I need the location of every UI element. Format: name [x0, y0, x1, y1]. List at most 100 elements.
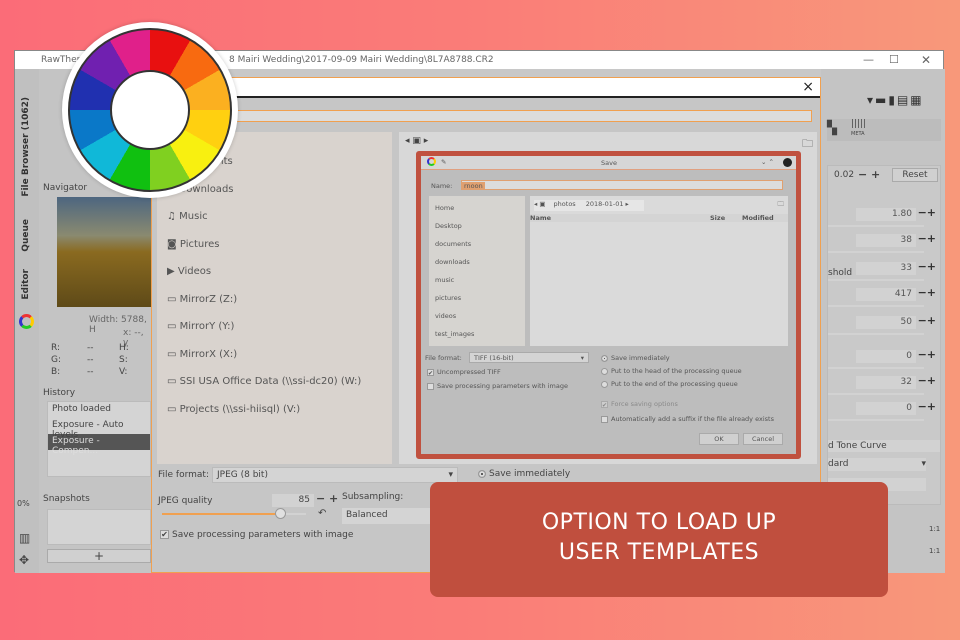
save-place-item[interactable]: Home	[435, 204, 454, 212]
suffix-checkbox[interactable]: Automatically add a suffix if the file a…	[601, 415, 774, 423]
col-name[interactable]: Name	[530, 214, 551, 222]
path-bar[interactable]: ◂ ▣ photos 2018-01-01 ▸	[534, 200, 644, 211]
meta-label: META	[851, 131, 865, 137]
jpeg-quality-stepper[interactable]: − +	[316, 492, 338, 505]
save-params-checkbox[interactable]: ✔ Save processing parameters with image	[160, 530, 353, 540]
save-close-button[interactable]	[783, 158, 792, 167]
move-icon[interactable]: ✥	[19, 553, 29, 567]
tab-editor[interactable]: Editor	[21, 269, 31, 300]
place-item[interactable]: ▭ MirrorY (Y:)	[167, 321, 234, 332]
save-place-item[interactable]: pictures	[435, 294, 461, 302]
tab-queue[interactable]: Queue	[21, 219, 31, 252]
value-slider[interactable]	[828, 393, 924, 395]
value-slider[interactable]	[828, 419, 924, 421]
value-stepper[interactable]: −+	[918, 348, 936, 361]
tone-curve-label[interactable]: d Tone Curve	[828, 440, 940, 452]
add-snapshot-button[interactable]: +	[47, 549, 151, 563]
save-params-checkbox-2[interactable]: Save processing parameters with image	[427, 382, 568, 390]
option-queue-end[interactable]: Put to the end of the processing queue	[601, 378, 742, 391]
force-saving-checkbox[interactable]: ✔ Force saving options	[601, 400, 678, 409]
save-format-select[interactable]: TIFF (16-bit) ▾	[469, 352, 589, 363]
ok-button[interactable]: OK	[699, 433, 739, 445]
history-item[interactable]: Photo loaded	[48, 402, 150, 418]
save-place-item[interactable]: documents	[435, 240, 471, 248]
ratio-2[interactable]: 1:1	[929, 547, 940, 555]
col-size[interactable]: Size	[710, 214, 725, 222]
save-place-item[interactable]: Desktop	[435, 222, 462, 230]
new-folder-icon[interactable]: 🗀	[802, 135, 813, 154]
value-slider[interactable]	[828, 333, 924, 335]
slider-value[interactable]: 417	[856, 288, 916, 301]
value-slider[interactable]	[828, 251, 924, 253]
export-close-button[interactable]: ×	[802, 79, 814, 95]
close-button[interactable]: ✕	[921, 51, 931, 69]
save-place-item[interactable]: music	[435, 276, 454, 284]
minmax-buttons[interactable]: ⌄ ⌃	[761, 158, 774, 166]
name-field[interactable]: rnoon	[461, 180, 783, 190]
curve-mode-select[interactable]: dard ▾	[828, 458, 926, 471]
navigator-preview[interactable]	[57, 197, 157, 307]
path-date[interactable]: 2018-01-01	[586, 200, 624, 208]
option-save-immediately[interactable]: Save immediately	[601, 352, 742, 365]
value-stepper[interactable]: −+	[918, 232, 936, 245]
r-label: R:	[51, 343, 61, 353]
histogram-toggle-icon[interactable]: ▥	[19, 531, 30, 545]
save-place-item[interactable]: test_images	[435, 330, 474, 338]
history-item[interactable]: Exposure - Auto levels	[48, 418, 150, 440]
value-stepper[interactable]: −+	[918, 206, 936, 219]
save-place-item[interactable]: videos	[435, 312, 456, 320]
reset-button[interactable]: Reset	[892, 168, 938, 182]
value-stepper[interactable]: −+	[918, 400, 936, 413]
place-item[interactable]: ♫ Music	[167, 211, 208, 222]
uncompressed-checkbox[interactable]: ✔ Uncompressed TIFF	[427, 368, 501, 377]
tab-file-browser[interactable]: File Browser (1062)	[21, 97, 31, 197]
slider-value[interactable]: 38	[856, 234, 916, 247]
slider-value[interactable]: 32	[856, 376, 916, 389]
ratio-1[interactable]: 1:1	[929, 525, 940, 533]
place-item[interactable]: ▭ SSI USA Office Data (\\ssi-dc20) (W:)	[167, 376, 361, 387]
place-item[interactable]: ▶ Videos	[167, 266, 211, 277]
place-item[interactable]: ◙ Pictures	[167, 239, 220, 250]
top-value[interactable]: 0.02	[834, 170, 854, 180]
slider-value[interactable]: 50	[856, 316, 916, 329]
slider-value[interactable]: 0	[856, 350, 916, 363]
value-stepper[interactable]: −+	[918, 374, 936, 387]
slider-value[interactable]: 1.80	[856, 208, 916, 221]
slider-value[interactable]: 0	[856, 402, 916, 415]
subsampling-select[interactable]: Balanced	[342, 508, 442, 524]
reset-quality-icon[interactable]: ↶	[318, 508, 326, 519]
value-slider[interactable]	[828, 367, 924, 369]
minimize-button[interactable]: —	[863, 51, 874, 69]
value-stepper[interactable]: −+	[918, 260, 936, 273]
place-item[interactable]: ▭ MirrorX (X:)	[167, 349, 237, 360]
maximize-button[interactable]: ☐	[889, 51, 899, 69]
new-folder-icon[interactable]: 🗀	[778, 200, 785, 211]
save-immediately-radio[interactable]: Save immediately	[478, 469, 570, 479]
save-place-label: documents	[435, 240, 472, 248]
nav-arrows[interactable]: ◂ ▣ ▸	[405, 136, 428, 146]
value-slider[interactable]	[828, 225, 924, 227]
filename-field[interactable]	[156, 110, 812, 122]
meta-tab[interactable]: |||||	[851, 119, 866, 129]
place-item[interactable]: ▭ Projects (\\ssi-hiisql) (V:)	[167, 404, 300, 415]
jpeg-quality-value[interactable]: 85	[272, 494, 314, 507]
slider-value[interactable]: 33	[856, 262, 916, 275]
pin-icon[interactable]: ✎	[441, 158, 446, 166]
value-stepper[interactable]: −+	[918, 286, 936, 299]
waveform-icon[interactable]: ▚	[827, 121, 837, 136]
history-item-selected[interactable]: Exposure - Compen...	[48, 434, 150, 456]
value-slider[interactable]	[828, 279, 924, 281]
file-format-select[interactable]: JPEG (8 bit) ▾	[212, 467, 458, 483]
place-item[interactable]: ▭ MirrorZ (Z:)	[167, 294, 237, 305]
value-slider[interactable]	[828, 305, 924, 307]
jpeg-quality-slider[interactable]	[162, 508, 306, 519]
cancel-button[interactable]: Cancel	[743, 433, 783, 445]
top-stepper[interactable]: − +	[858, 168, 880, 181]
save-place-item[interactable]: downloads	[435, 258, 470, 266]
path-photos[interactable]: photos	[554, 200, 576, 208]
uncompressed-label: Uncompressed TIFF	[437, 368, 501, 376]
col-modified[interactable]: Modified	[742, 214, 774, 222]
profile-toolbar-icons[interactable]: ▾▬▮▤▦	[867, 93, 924, 107]
option-queue-head[interactable]: Put to the head of the processing queue	[601, 365, 742, 378]
value-stepper[interactable]: −+	[918, 314, 936, 327]
